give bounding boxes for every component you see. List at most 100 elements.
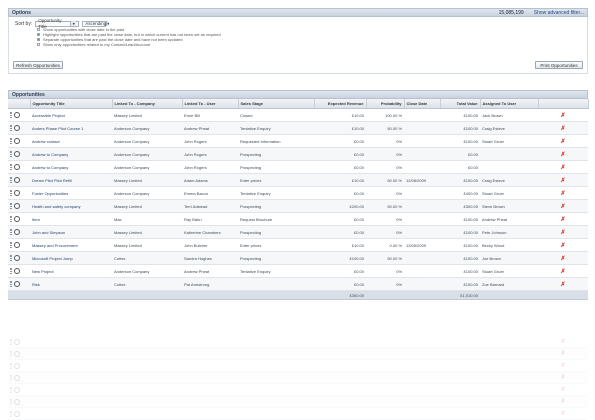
drag-handle-icon[interactable] [10, 242, 12, 248]
cell-assigned [480, 383, 538, 396]
drag-handle-icon[interactable] [10, 164, 12, 170]
delete-cross-icon[interactable]: ✗ [538, 160, 588, 174]
circle-icon[interactable] [14, 112, 20, 118]
circle-icon[interactable] [14, 216, 20, 222]
column-header[interactable]: Opportunity Title [30, 99, 113, 109]
drag-handle-icon[interactable] [10, 190, 12, 196]
cell-title [30, 395, 112, 408]
drag-handle-icon[interactable] [10, 125, 12, 131]
cell-assigned: Steve Brown [480, 199, 538, 213]
sort-field-select[interactable]: Opportunity Title ▾ [35, 18, 80, 29]
cell-stage: Tentative Enquiry [238, 121, 314, 135]
cell-company [112, 347, 182, 360]
cell-total: £100.00 [440, 173, 480, 187]
cell-total: £100.00 [440, 134, 480, 148]
circle-icon[interactable] [14, 151, 20, 157]
circle-icon[interactable] [14, 281, 20, 287]
option-checkbox[interactable] [37, 43, 40, 46]
cell-title[interactable]: Risk [30, 277, 112, 291]
cell-title[interactable]: Item [30, 212, 112, 226]
cell-title[interactable]: Anders Phase Pilot Course 1 [30, 121, 112, 135]
table-row: Massey and Procurement Massey Limited John… [8, 238, 588, 252]
delete-cross-icon[interactable]: ✗ [538, 186, 588, 200]
cell-assigned [480, 371, 538, 384]
row-controls [8, 395, 30, 408]
delete-cross-icon[interactable]: ✗ [538, 108, 588, 122]
circle-icon[interactable] [14, 125, 20, 131]
cell-title[interactable]: Accessible Project [30, 108, 112, 122]
cell-assigned [480, 359, 538, 372]
drag-handle-icon [10, 410, 12, 417]
column-header[interactable]: Close Date [404, 99, 441, 109]
cell-title[interactable]: Andrew to Company [30, 147, 112, 161]
circle-icon[interactable] [14, 268, 20, 274]
drag-handle-icon[interactable] [10, 151, 12, 157]
delete-cross-icon[interactable]: ✗ [538, 277, 588, 291]
delete-cross-icon[interactable]: ✗ [538, 121, 588, 135]
refresh-opportunities-button[interactable]: Refresh Opportunities [13, 61, 63, 69]
column-header[interactable]: Probability [366, 99, 405, 109]
delete-cross-icon[interactable]: ✗ [538, 147, 588, 161]
cell-title[interactable]: Dream Pilot Pilot Refill [30, 173, 112, 187]
cell-title[interactable]: Andrew contact [30, 134, 112, 148]
reflection-row: ✗ [8, 383, 588, 396]
print-opportunities-button[interactable]: Print Opportunities [535, 61, 583, 69]
delete-cross-icon[interactable]: ✗ [538, 264, 588, 278]
delete-cross-icon[interactable]: ✗ [538, 251, 588, 265]
drag-handle-icon[interactable] [10, 112, 12, 118]
cell-company: Anderson Company [112, 160, 182, 174]
cell-title[interactable]: Microsoft Project Jump [30, 251, 112, 265]
column-header[interactable]: Assigned To User [480, 99, 539, 109]
cell-stage: Prospecting [238, 160, 314, 174]
cell-stage [238, 407, 314, 420]
delete-cross-icon[interactable]: ✗ [538, 134, 588, 148]
cell-stage: Closed [238, 108, 314, 122]
cell-title[interactable]: Andrew to Company [30, 160, 112, 174]
circle-icon[interactable] [14, 255, 20, 261]
delete-cross-icon[interactable]: ✗ [538, 199, 588, 213]
sort-direction-select[interactable]: Ascending ▾ [82, 20, 110, 27]
circle-icon[interactable] [14, 138, 20, 144]
option-checkbox[interactable] [37, 33, 40, 36]
circle-icon[interactable] [14, 229, 20, 235]
circle-icon[interactable] [14, 190, 20, 196]
cell-total [440, 359, 480, 372]
cell-assigned [480, 395, 538, 408]
delete-cross-icon[interactable]: ✗ [538, 238, 588, 252]
circle-icon[interactable] [14, 164, 20, 170]
column-header[interactable]: Total Value [440, 99, 481, 109]
drag-handle-icon[interactable] [10, 281, 12, 287]
option-checkbox[interactable] [37, 28, 40, 31]
drag-handle-icon[interactable] [10, 177, 12, 183]
column-header[interactable]: Linked To - Company [112, 99, 183, 109]
delete-cross-icon[interactable]: ✗ [538, 173, 588, 187]
drag-handle-icon[interactable] [10, 138, 12, 144]
reflection-row: ✗ [8, 336, 588, 348]
show-advanced-filter-link[interactable]: Show advanced filter... [534, 10, 584, 16]
delete-cross-icon[interactable]: ✗ [538, 212, 588, 226]
table-row: Foster Opportunities Anderson Company Emma… [8, 186, 588, 200]
table-row: Anders Phase Pilot Course 1 Anderson Comp… [8, 121, 588, 135]
drag-handle-icon[interactable] [10, 229, 12, 235]
drag-handle-icon[interactable] [10, 216, 12, 222]
cell-title[interactable]: Foster Opportunities [30, 186, 112, 200]
delete-cross-icon[interactable]: ✗ [538, 225, 588, 239]
cell-title[interactable]: John and Simpson [30, 225, 112, 239]
cell-title[interactable]: Massey and Procurement [30, 238, 112, 252]
drag-handle-icon[interactable] [10, 255, 12, 261]
circle-icon [14, 410, 20, 417]
circle-icon[interactable] [14, 242, 20, 248]
drag-handle-icon[interactable] [10, 203, 12, 209]
column-header[interactable]: Expected Revenue [314, 99, 367, 109]
circle-icon[interactable] [14, 203, 20, 209]
column-header[interactable]: Linked To - User [182, 99, 239, 109]
drag-handle-icon[interactable] [10, 268, 12, 274]
option-checkbox[interactable] [37, 38, 40, 41]
circle-icon[interactable] [14, 177, 20, 183]
column-header[interactable]: Sales Stage [238, 99, 315, 109]
cell-revenue: £0.00 [314, 147, 366, 161]
cell-title[interactable]: Health and safety company [30, 199, 112, 213]
row-controls [8, 199, 30, 213]
cell-company: Massey Limited [112, 173, 182, 187]
cell-title[interactable]: New Project [30, 264, 112, 278]
